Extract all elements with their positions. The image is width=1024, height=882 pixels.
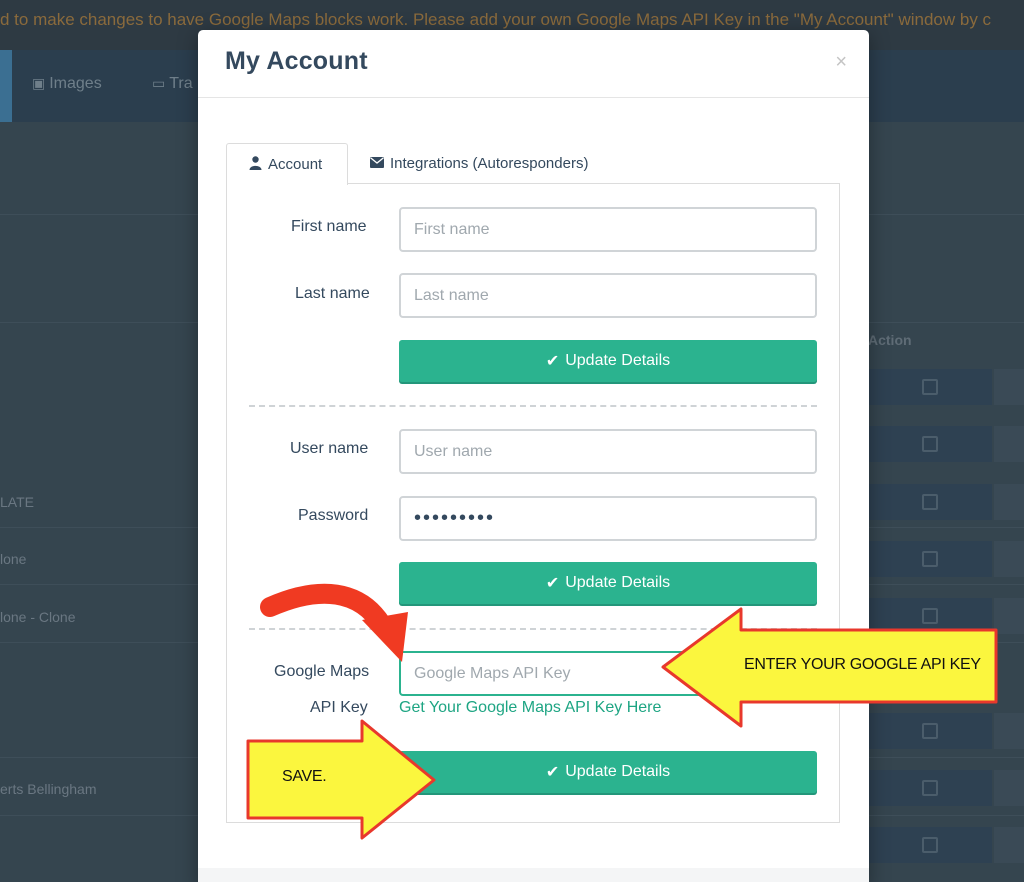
tab-integrations[interactable]: Integrations (Autoresponders) (348, 143, 610, 184)
column-header-action: Action (868, 332, 912, 348)
enter-key-callout-text: ENTER YOUR GOOGLE API KEY (744, 656, 981, 673)
action-button[interactable] (994, 598, 1024, 634)
edit-button[interactable] (868, 484, 992, 520)
account-tabs: Account Integrations (Autoresponders) (226, 143, 840, 185)
first-name-label: First name (291, 218, 367, 235)
edit-button[interactable] (868, 541, 992, 577)
edit-icon (922, 379, 938, 395)
table-row-title: lone - Clone (0, 609, 76, 625)
save-callout-text: SAVE. (282, 768, 327, 785)
table-row-title: lone (0, 551, 27, 567)
section-divider (249, 628, 817, 630)
action-button[interactable] (994, 713, 1024, 749)
tab-account[interactable]: Account (226, 143, 348, 185)
last-name-input[interactable] (399, 273, 817, 318)
edit-button[interactable] (868, 598, 992, 634)
nav-item-templates[interactable]: ▭ Tra (152, 75, 193, 93)
my-account-modal: My Account × Account Integrations (Autor… (198, 30, 869, 882)
notice-banner-text: d to make changes to have Google Maps bl… (0, 10, 992, 29)
user-name-label: User name (290, 440, 369, 457)
update-details-label: Update Details (565, 763, 671, 780)
action-button[interactable] (994, 369, 1024, 405)
envelope-icon (370, 156, 384, 171)
action-button[interactable] (994, 426, 1024, 462)
get-api-key-link[interactable]: Get Your Google Maps API Key Here (399, 699, 661, 717)
action-button[interactable] (994, 770, 1024, 806)
action-button[interactable] (994, 827, 1024, 863)
table-row-title: erts Bellingham (0, 781, 97, 797)
modal-footer (198, 868, 869, 882)
api-key-label: API Key (310, 699, 368, 716)
nav-active-indicator (0, 50, 12, 122)
edit-icon (922, 837, 938, 853)
section-divider (249, 405, 817, 407)
action-button[interactable] (994, 484, 1024, 520)
table-row-title: LATE (0, 494, 34, 510)
folder-icon: ▭ (152, 75, 166, 91)
modal-header: My Account × (198, 30, 869, 98)
check-icon: ✔ (545, 764, 560, 781)
edit-button[interactable] (868, 426, 992, 462)
action-button[interactable] (994, 541, 1024, 577)
nav-item-images[interactable]: ▣ Images (32, 75, 102, 93)
first-name-input[interactable] (399, 207, 817, 252)
edit-icon (922, 723, 938, 739)
image-icon: ▣ (32, 75, 46, 91)
check-icon: ✔ (545, 353, 560, 370)
edit-icon (922, 436, 938, 452)
edit-button[interactable] (868, 369, 992, 405)
edit-icon (922, 551, 938, 567)
edit-button[interactable] (868, 770, 992, 806)
password-label: Password (298, 507, 369, 524)
password-input[interactable] (399, 496, 817, 541)
edit-button[interactable] (868, 827, 992, 863)
user-icon (249, 156, 262, 173)
edit-icon (922, 608, 938, 624)
user-name-input[interactable] (399, 429, 817, 474)
last-name-label: Last name (295, 285, 370, 302)
tab-integrations-label: Integrations (Autoresponders) (390, 155, 589, 172)
modal-title: My Account (225, 47, 368, 75)
account-tab-panel: First name Last name ✔ Update Details Use… (226, 183, 840, 823)
edit-icon (922, 494, 938, 510)
update-details-button[interactable]: ✔ Update Details (399, 340, 817, 382)
edit-button[interactable] (868, 713, 992, 749)
update-details-button[interactable]: ✔ Update Details (399, 562, 817, 604)
update-details-label: Update Details (565, 574, 671, 591)
update-details-label: Update Details (565, 352, 671, 369)
close-icon[interactable]: × (835, 52, 847, 72)
tab-account-label: Account (268, 156, 323, 173)
edit-icon (922, 780, 938, 796)
check-icon: ✔ (545, 575, 560, 592)
google-maps-label: Google Maps (274, 663, 370, 680)
update-details-button[interactable]: ✔ Update Details (399, 751, 817, 793)
